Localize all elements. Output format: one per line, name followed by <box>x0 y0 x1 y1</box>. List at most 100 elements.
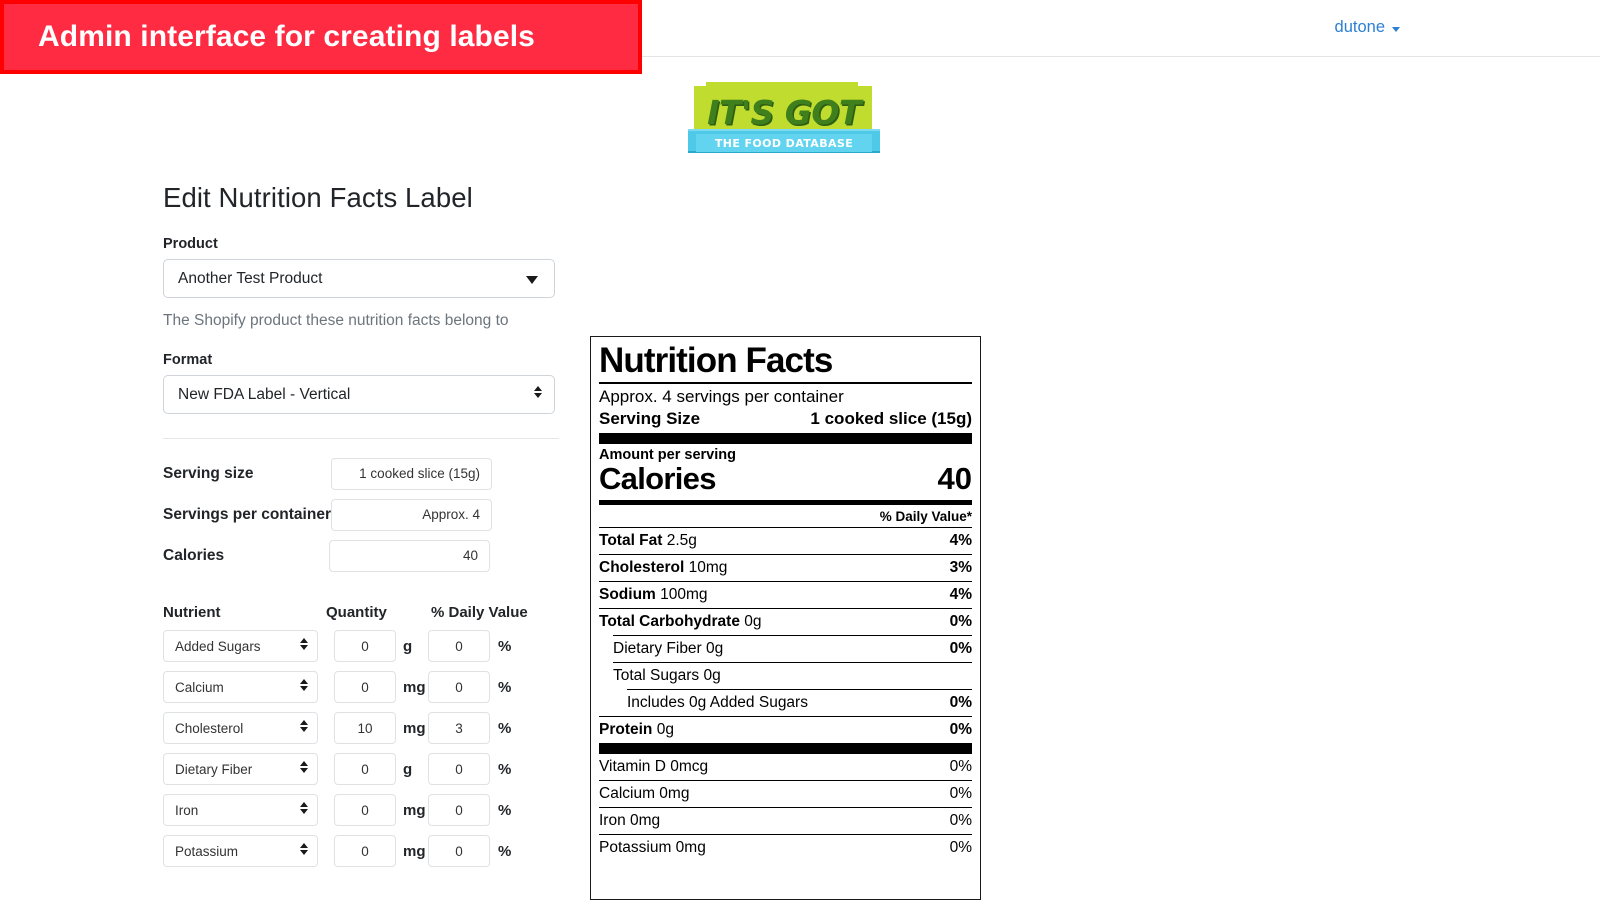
calories-input[interactable]: 40 <box>329 539 490 572</box>
nutrient-select-0[interactable]: Added Sugars <box>163 630 318 662</box>
nutrient-select-value: Dietary Fiber <box>175 761 253 777</box>
nutrient-column-header: Nutrient <box>163 604 221 621</box>
servings-per-container-row: Servings per container Approx. 4 <box>163 494 563 535</box>
nf-vitamin-rows: Vitamin D 0mcg 0% Calcium 0mg 0% Iron 0mg 0% P… <box>599 754 972 861</box>
serving-size-input[interactable]: 1 cooked slice (15g) <box>331 457 492 490</box>
nf-calories-row: Calories 40 <box>599 461 972 500</box>
site-logo[interactable]: IT'S GOT THE FOOD DATABASE <box>688 82 880 158</box>
nf-vitamin-name: Iron 0mg <box>599 811 661 829</box>
stepper-icon <box>300 679 308 691</box>
percent-symbol: % <box>498 678 512 696</box>
nf-vitamin-name: Potassium 0mg <box>599 838 706 856</box>
nf-nutrient-name: Sodium 100mg <box>599 585 708 603</box>
user-menu-label: dutone <box>1334 18 1385 36</box>
nutrient-dv-input-2[interactable]: 3 <box>428 712 490 744</box>
nutrient-select-value: Calcium <box>175 679 224 695</box>
nf-serving-size-row: Serving Size 1 cooked slice (15g) <box>599 408 972 433</box>
nutrient-unit-4: mg <box>403 801 426 819</box>
servings-per-container-label: Servings per container <box>163 505 331 523</box>
nf-title: Nutrition Facts <box>599 341 833 380</box>
nf-vitamin-line: Iron 0mg 0% <box>599 808 972 834</box>
nutrient-quantity-input-4[interactable]: 0 <box>334 794 396 826</box>
nf-nutrient-dv: 3% <box>949 558 972 576</box>
nutrient-select-value: Potassium <box>175 843 239 859</box>
nutrient-quantity-input-2[interactable]: 10 <box>334 712 396 744</box>
nf-nutrient-name: Total Carbohydrate 0g <box>599 612 762 630</box>
product-field-label: Product <box>163 236 218 252</box>
nf-serving-size-value: 1 cooked slice (15g) <box>810 409 972 428</box>
annotation-banner: Admin interface for creating labels <box>0 0 642 74</box>
nf-vitamin-line: Vitamin D 0mcg 0% <box>599 754 972 780</box>
product-select[interactable]: Another Test Product <box>163 259 555 298</box>
nf-servings-per-container: Approx. 4 servings per container <box>599 387 844 406</box>
format-select-value: New FDA Label - Vertical <box>178 385 351 403</box>
nf-nutrient-line: Dietary Fiber 0g 0% <box>599 636 972 662</box>
format-select[interactable]: New FDA Label - Vertical <box>163 375 555 414</box>
nf-nutrient-dv: 4% <box>949 585 972 603</box>
nutrient-dv-input-3[interactable]: 0 <box>428 753 490 785</box>
nf-nutrient-line: Total Carbohydrate 0g 0% <box>599 609 972 635</box>
nutrient-select-value: Iron <box>175 802 199 818</box>
nf-vitamin-dv: 0% <box>949 838 972 856</box>
nf-main-rows: Total Fat 2.5g 4% Cholesterol 10mg 3% Sodium… <box>599 528 972 743</box>
nf-nutrient-line: Protein 0g 0% <box>599 717 972 743</box>
nutrient-quantity-input-0[interactable]: 0 <box>334 630 396 662</box>
daily-value-column-header: % Daily Value <box>431 604 528 621</box>
nutrient-dv-input-4[interactable]: 0 <box>428 794 490 826</box>
nutrient-unit-5: mg <box>403 842 426 860</box>
nf-vitamin-name: Vitamin D 0mcg <box>599 757 709 775</box>
nf-rule-thick-2 <box>599 742 972 754</box>
nutrient-unit-3: g <box>403 760 413 778</box>
nutrient-dv-input-0[interactable]: 0 <box>428 630 490 662</box>
percent-symbol: % <box>498 719 512 737</box>
chevron-down-icon <box>526 276 538 284</box>
nf-vitamin-dv: 0% <box>949 757 972 775</box>
nf-calories-label: Calories <box>599 461 716 496</box>
quantity-column-header: Quantity <box>326 604 387 621</box>
nutrient-dv-input-1[interactable]: 0 <box>428 671 490 703</box>
nf-vitamin-name: Calcium 0mg <box>599 784 690 802</box>
annotation-text: Admin interface for creating labels <box>38 20 535 53</box>
nf-nutrient-name: Includes 0g Added Sugars <box>627 693 808 711</box>
nf-vitamin-dv: 0% <box>949 811 972 829</box>
chevron-down-icon <box>1392 26 1400 32</box>
nutrition-facts-preview: Nutrition Facts Approx. 4 servings per c… <box>590 336 981 900</box>
nutrient-select-3[interactable]: Dietary Fiber <box>163 753 318 785</box>
nf-nutrient-dv: 0% <box>949 693 972 711</box>
nf-vitamin-line: Calcium 0mg 0% <box>599 781 972 807</box>
serving-size-label: Serving size <box>163 464 254 482</box>
nutrient-quantity-input-5[interactable]: 0 <box>334 835 396 867</box>
servings-per-container-input[interactable]: Approx. 4 <box>331 498 492 531</box>
percent-symbol: % <box>498 637 512 655</box>
nutrient-select-5[interactable]: Potassium <box>163 835 318 867</box>
nf-nutrient-name: Protein 0g <box>599 720 674 738</box>
stepper-icon <box>300 720 308 732</box>
nutrient-select-4[interactable]: Iron <box>163 794 318 826</box>
nutrient-unit-0: g <box>403 637 413 655</box>
user-menu[interactable]: dutone <box>1335 18 1400 37</box>
nutrient-dv-input-5[interactable]: 0 <box>428 835 490 867</box>
section-divider <box>163 438 559 439</box>
nf-rule-thick <box>599 433 972 444</box>
calories-label: Calories <box>163 546 225 564</box>
page-title: Edit Nutrition Facts Label <box>163 182 473 213</box>
nutrient-table-header: Nutrient Quantity % Daily Value <box>163 604 563 621</box>
nutrient-rows: Added Sugars 0 g 0% Calcium 0 mg 0% Cholesterol 1… <box>163 630 563 867</box>
nutrient-unit-1: mg <box>403 678 426 696</box>
stepper-icon <box>534 386 542 398</box>
nf-serving-size-label: Serving Size <box>599 409 701 428</box>
nutrient-row: Iron 0 mg 0% <box>163 794 563 826</box>
stepper-icon <box>300 761 308 773</box>
nf-vitamin-dv: 0% <box>949 784 972 802</box>
nutrient-quantity-input-1[interactable]: 0 <box>334 671 396 703</box>
nf-nutrient-dv: 0% <box>949 612 972 630</box>
nf-nutrient-dv: 0% <box>949 720 972 738</box>
nutrient-quantity-input-3[interactable]: 0 <box>334 753 396 785</box>
nf-nutrient-line: Includes 0g Added Sugars 0% <box>599 690 972 716</box>
nutrient-select-1[interactable]: Calcium <box>163 671 318 703</box>
percent-symbol: % <box>498 801 512 819</box>
percent-symbol: % <box>498 760 512 778</box>
nutrient-select-2[interactable]: Cholesterol <box>163 712 318 744</box>
nutrient-row: Calcium 0 mg 0% <box>163 671 563 703</box>
format-field-label: Format <box>163 352 213 368</box>
